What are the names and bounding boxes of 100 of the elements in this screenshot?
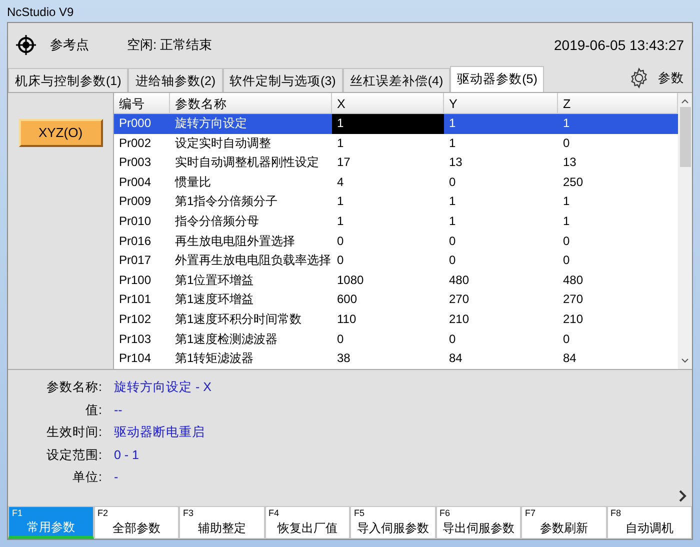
table-cell-text: 0 — [448, 232, 457, 250]
table-cell-text: 0 — [448, 252, 457, 270]
scroll-down-icon[interactable] — [681, 357, 689, 365]
table-cell-text: Pr101 — [118, 291, 152, 308]
table-cell-text: 1 — [448, 193, 457, 210]
table-cell-text: 指令分倍频分母 — [174, 212, 260, 230]
table-cell-text: 1 — [562, 115, 571, 132]
table-cell-text: Pr102 — [118, 310, 152, 328]
table-cell-text: 第1位置环增益 — [174, 272, 255, 289]
table-cell-text: 第1速度检测滤波器 — [174, 330, 279, 348]
detail-label: 设定范围: — [46, 446, 102, 464]
table-cell-text: 210 — [448, 310, 470, 328]
table-row[interactable]: Pr104 第1转矩滤波器 38 84 84 — [114, 349, 678, 369]
table-cell-text: 1 — [336, 134, 345, 152]
table-row[interactable]: Pr010 指令分倍频分母 1 1 1 — [114, 212, 678, 232]
table-cell-text: 0 — [336, 330, 345, 348]
tab[interactable]: 进给轴参数(2) — [128, 68, 223, 92]
function-key-button[interactable]: F3 辅助整定 — [179, 506, 264, 539]
detail-value: 旋转方向设定 - X — [114, 379, 212, 396]
table-row[interactable]: Pr004 惯量比 4 0 250 — [114, 172, 678, 192]
tab[interactable]: 软件定制与选项(3) — [222, 68, 343, 92]
tab[interactable]: 驱动器参数(5) — [450, 66, 544, 92]
table-cell-text: 480 — [562, 272, 584, 289]
reference-label: 参考点 — [50, 36, 89, 54]
table-cell-text: 外置再生放电电阻负载率选择 — [174, 252, 332, 270]
scroll-up-icon[interactable] — [681, 97, 689, 105]
table-cell-text: 0 — [336, 252, 345, 270]
detail-value: - — [114, 469, 118, 486]
column-header[interactable]: 编号 — [114, 93, 170, 113]
table-cell-text: 0 — [562, 232, 571, 250]
table-row[interactable]: Pr016 再生放电电阻外置选择 0 0 0 — [114, 232, 678, 252]
datetime: 2019-06-05 13:43:27 — [554, 36, 684, 54]
table-row[interactable]: Pr100 第1位置环增益 1080 480 480 — [114, 270, 678, 290]
settings-icon — [628, 67, 650, 89]
table-cell-text: 17 — [336, 154, 352, 172]
axis-button[interactable]: XYZ(O) — [18, 119, 102, 147]
table-cell-text: 第1指令分倍频分子 — [174, 193, 279, 210]
table-cell-text: Pr010 — [118, 212, 152, 230]
table-cell-text: 84 — [448, 350, 464, 368]
table-cell-text: 13 — [562, 154, 578, 172]
table-cell-text: 0 — [562, 330, 571, 348]
detail-value: -- — [114, 402, 122, 418]
table-cell: 1 — [332, 114, 444, 134]
function-key-button[interactable]: F6 导出伺服参数 — [436, 506, 521, 539]
detail-value: 0 - 1 — [114, 446, 140, 464]
table-cell-text: 第1转矩滤波器 — [174, 350, 255, 368]
table-cell-text: 第1速度环增益 — [174, 291, 255, 308]
table-cell-text: 110 — [336, 310, 358, 328]
table-cell-text: 38 — [336, 350, 352, 368]
table-row[interactable]: Pr101 第1速度环增益 600 270 270 — [114, 290, 678, 310]
table-row[interactable]: Pr102 第1速度环积分时间常数 110 210 210 — [114, 310, 678, 330]
table-row[interactable]: Pr000 旋转方向设定 1 1 1 — [114, 114, 678, 134]
window-title: NcStudio V9 — [7, 5, 74, 19]
table-cell-text: Pr003 — [118, 154, 152, 172]
column-header[interactable]: Y — [444, 93, 558, 113]
settings-button[interactable]: 参数 — [620, 67, 692, 92]
function-key-button[interactable]: F2 全部参数 — [94, 506, 179, 539]
table-cell-text: Pr000 — [118, 115, 152, 132]
chevron-right-icon[interactable] — [678, 490, 688, 502]
column-header[interactable]: 参数名称 — [170, 93, 332, 113]
table-row[interactable]: Pr002 设定实时自动调整 1 1 0 — [114, 134, 678, 154]
table-cell-text: 1 — [448, 115, 457, 132]
table-cell-text: 480 — [448, 272, 470, 289]
table-cell-text: 设定实时自动调整 — [174, 134, 272, 152]
table-cell-text: 第1速度环积分时间常数 — [174, 310, 303, 328]
table-row[interactable]: Pr017 外置再生放电电阻负载率选择 0 0 0 — [114, 251, 678, 271]
detail-label: 值: — [86, 402, 102, 418]
detail-label: 参数名称: — [46, 379, 102, 396]
table-cell-text: 实时自动调整机器刚性设定 — [174, 154, 320, 172]
table-cell-text: 再生放电电阻外置选择 — [174, 232, 296, 250]
detail-label: 单位: — [72, 469, 102, 486]
function-key-button[interactable]: F4 恢复出厂值 — [264, 506, 350, 539]
table-cell-text: Pr103 — [118, 330, 152, 348]
table-cell-text: 1 — [336, 193, 345, 210]
machine-state: 空闲: 正常结束 — [127, 36, 212, 54]
table-cell-text: 0 — [336, 232, 345, 250]
table-row[interactable]: Pr003 实时自动调整机器刚性设定 17 13 13 — [114, 153, 678, 173]
table-cell-text: 600 — [336, 291, 358, 308]
column-header[interactable]: X — [332, 93, 444, 113]
tab[interactable]: 丝杠误差补偿(4) — [342, 68, 450, 92]
table-row[interactable]: Pr009 第1指令分倍频分子 1 1 1 — [114, 192, 678, 212]
table-cell-text: 250 — [562, 174, 584, 191]
function-key-button[interactable]: F8 自动调机 — [606, 506, 692, 539]
function-key-button[interactable]: F7 参数刷新 — [521, 506, 606, 539]
table-cell-text: Pr100 — [118, 272, 152, 289]
detail-label: 生效时间: — [46, 424, 102, 441]
table-cell-text: Pr009 — [118, 193, 152, 210]
crosshair-icon — [16, 35, 36, 55]
table-cell-text: Pr002 — [118, 134, 152, 152]
table-cell-text: Pr017 — [118, 252, 152, 270]
table-row[interactable]: Pr103 第1速度检测滤波器 0 0 0 — [114, 330, 678, 350]
scroll-thumb[interactable] — [680, 107, 690, 167]
table-cell-text: 270 — [562, 291, 584, 308]
tab[interactable]: 机床与控制参数(1) — [8, 68, 128, 92]
detail-value: 驱动器断电重启 — [114, 424, 205, 441]
function-key-button[interactable]: F5 导入伺服参数 — [350, 506, 436, 539]
scrollbar[interactable] — [678, 93, 692, 369]
table-cell-text: 1 — [562, 193, 571, 210]
table-cell-text: 1080 — [336, 272, 365, 289]
function-key-button[interactable]: F1 常用参数 — [8, 506, 94, 539]
